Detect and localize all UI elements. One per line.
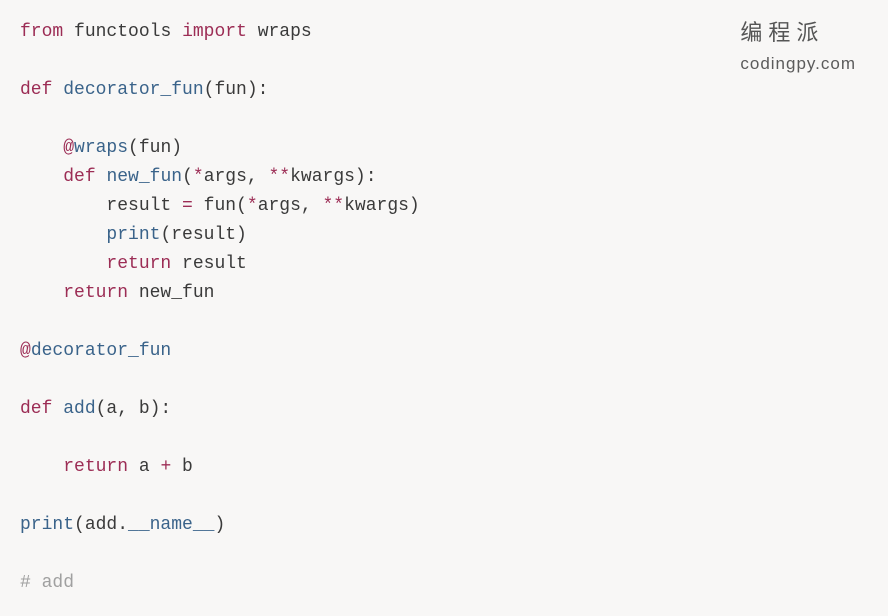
equals: =	[182, 196, 193, 216]
builtin-print: print	[20, 515, 74, 535]
decorator-at: @	[20, 341, 31, 361]
comment: # add	[20, 573, 74, 593]
text	[52, 80, 63, 100]
imported-name: wraps	[258, 22, 312, 42]
text	[171, 22, 182, 42]
star: *	[247, 196, 258, 216]
double-star: **	[323, 196, 345, 216]
watermark: 编程派 codingpy.com	[740, 18, 856, 78]
star: *	[193, 167, 204, 187]
text	[63, 22, 74, 42]
params: (a, b):	[96, 399, 172, 419]
arg: kwargs):	[290, 167, 376, 187]
arg: kwargs)	[344, 196, 420, 216]
decorator-name: wraps	[74, 138, 128, 158]
text	[52, 399, 63, 419]
module-name: functools	[74, 22, 171, 42]
paren-open: (	[182, 167, 193, 187]
watermark-cn: 编程派	[740, 18, 856, 47]
function-name: new_fun	[106, 167, 182, 187]
text	[247, 22, 258, 42]
builtin-print: print	[106, 225, 160, 245]
watermark-en: codingpy.com	[740, 49, 856, 78]
double-star: **	[269, 167, 291, 187]
text	[96, 167, 107, 187]
keyword-return: return	[106, 254, 171, 274]
decorator-at: @	[63, 138, 74, 158]
function-name: decorator_fun	[63, 80, 203, 100]
keyword-def: def	[63, 167, 95, 187]
keyword-def: def	[20, 399, 52, 419]
expr: a	[128, 457, 160, 477]
keyword-return: return	[63, 457, 128, 477]
decorator-args: (fun)	[128, 138, 182, 158]
decorator-name: decorator_fun	[31, 341, 171, 361]
keyword-def: def	[20, 80, 52, 100]
expr: b	[171, 457, 193, 477]
code-block: from functools import wraps def decorato…	[0, 0, 888, 616]
return-value: new_fun	[128, 283, 214, 303]
keyword-return: return	[63, 283, 128, 303]
return-value: result	[171, 254, 247, 274]
call-args: (result)	[160, 225, 246, 245]
arg: args,	[258, 196, 323, 216]
keyword-import: import	[182, 22, 247, 42]
lhs: result	[106, 196, 182, 216]
call: fun(	[193, 196, 247, 216]
function-name: add	[63, 399, 95, 419]
dunder-name: __name__	[128, 515, 214, 535]
operator-plus: +	[160, 457, 171, 477]
params: (fun):	[204, 80, 269, 100]
keyword-from: from	[20, 22, 63, 42]
call-open: (add.	[74, 515, 128, 535]
arg: args,	[204, 167, 269, 187]
call-close: )	[214, 515, 225, 535]
